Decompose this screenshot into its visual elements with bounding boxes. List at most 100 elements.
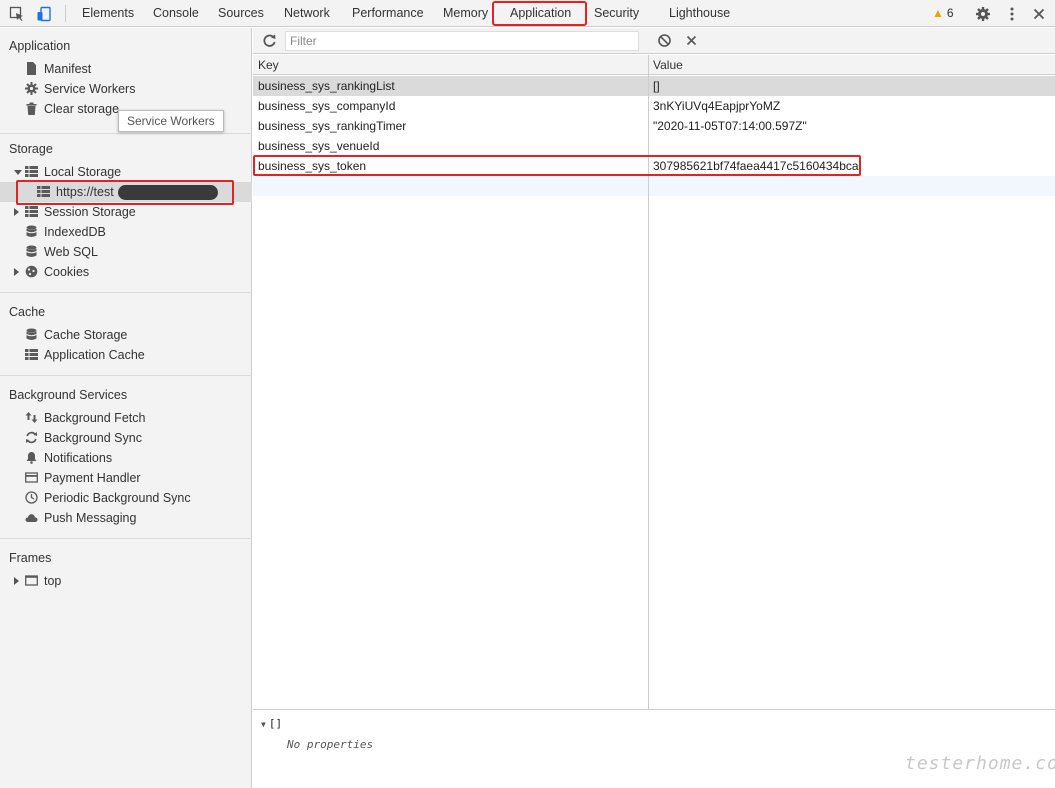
- storage-toolbar: [253, 28, 1055, 54]
- table-row[interactable]: business_sys_venueId: [253, 136, 1055, 156]
- devtools-tab-bar: Elements Console Sources Network Perform…: [0, 0, 1055, 27]
- table-row[interactable]: business_sys_rankingTimer "2020-11-05T07…: [253, 116, 1055, 136]
- cloud-icon: [25, 514, 38, 522]
- filter-input[interactable]: [285, 31, 639, 51]
- gear-icon: [25, 82, 38, 95]
- application-tab-annotation: [492, 1, 587, 26]
- sidebar-item-label: Cache Storage: [44, 328, 128, 342]
- sidebar-item-label: Session Storage: [44, 205, 136, 219]
- frame-icon: [25, 575, 38, 586]
- table-row[interactable]: business_sys_companyId 3nKYiUVq4EapjprYo…: [253, 96, 1055, 116]
- warning-count: 6: [946, 6, 954, 20]
- table-row-empty[interactable]: [253, 176, 1055, 196]
- cookie-icon: [25, 265, 38, 278]
- sidebar-item-application-cache[interactable]: Application Cache: [25, 345, 145, 365]
- section-title-frames: Frames: [9, 551, 52, 565]
- token-row-annotation: [253, 155, 861, 176]
- cell-value: "2020-11-05T07:14:00.597Z": [653, 119, 807, 133]
- trash-icon: [26, 102, 37, 115]
- grid-icon: [25, 349, 38, 360]
- sidebar-item-label: Web SQL: [44, 245, 98, 259]
- sidebar-item-label: Push Messaging: [44, 511, 137, 525]
- up-down-arrows-icon: [25, 412, 38, 423]
- sidebar-item-label: Notifications: [44, 451, 113, 465]
- sidebar-item-service-workers[interactable]: Service Workers: [25, 79, 135, 99]
- cell-key: business_sys_venueId: [258, 139, 380, 153]
- sidebar-item-label: Periodic Background Sync: [44, 491, 191, 505]
- tab-security[interactable]: Security: [594, 0, 639, 27]
- sidebar-item-label: Payment Handler: [44, 471, 141, 485]
- more-vert-icon[interactable]: [1004, 6, 1020, 22]
- tab-memory[interactable]: Memory: [443, 0, 488, 27]
- warning-icon: ▲: [932, 6, 944, 20]
- preview-root-value: []: [268, 717, 283, 730]
- database-icon: [26, 245, 37, 257]
- gear-icon[interactable]: [975, 6, 991, 22]
- sidebar-item-manifest[interactable]: Manifest: [25, 59, 91, 79]
- section-divider: [0, 375, 252, 376]
- column-header-value[interactable]: Value: [648, 55, 683, 75]
- grid-icon: [25, 166, 38, 177]
- sidebar-item-payment-handler[interactable]: Payment Handler: [25, 468, 141, 488]
- table-header: Key Value: [253, 55, 1055, 75]
- section-title-application: Application: [9, 39, 71, 53]
- sidebar-item-label: Service Workers: [44, 82, 136, 96]
- refresh-icon[interactable]: [262, 33, 277, 48]
- close-icon[interactable]: [1031, 6, 1047, 22]
- column-header-key[interactable]: Key: [253, 55, 279, 75]
- table-row[interactable]: business_sys_rankingList []: [253, 76, 1055, 96]
- tab-sources[interactable]: Sources: [218, 0, 264, 27]
- section-title-cache: Cache: [9, 305, 46, 319]
- sidebar-item-local-storage[interactable]: Local Storage: [25, 162, 121, 182]
- inspect-icon[interactable]: [9, 6, 25, 22]
- delete-selected-icon[interactable]: [684, 33, 699, 48]
- sidebar-item-label: Background Sync: [44, 431, 142, 445]
- section-divider: [0, 538, 252, 539]
- bell-icon: [26, 452, 37, 464]
- section-title-storage: Storage: [9, 142, 53, 156]
- sidebar-item-background-sync[interactable]: Background Sync: [25, 428, 142, 448]
- sidebar: Application Manifest Service Workers Cle…: [0, 28, 252, 788]
- cell-key: business_sys_companyId: [258, 99, 396, 113]
- tab-network[interactable]: Network: [284, 0, 330, 27]
- sidebar-item-label: Clear storage: [44, 102, 120, 116]
- tab-elements[interactable]: Elements: [82, 0, 134, 27]
- sidebar-item-push-messaging[interactable]: Push Messaging: [25, 508, 136, 528]
- clear-all-icon[interactable]: [657, 33, 672, 48]
- cell-value: []: [653, 79, 660, 93]
- credit-card-icon: [25, 472, 38, 483]
- sidebar-item-cookies[interactable]: Cookies: [25, 262, 89, 282]
- storage-table: Key Value business_sys_rankingList [] bu…: [253, 55, 1055, 710]
- tab-lighthouse[interactable]: Lighthouse: [669, 0, 730, 27]
- chevron-right-icon[interactable]: [14, 208, 19, 216]
- cell-key: business_sys_rankingList: [258, 79, 395, 93]
- sidebar-item-periodic-background-sync[interactable]: Periodic Background Sync: [25, 488, 191, 508]
- tab-performance[interactable]: Performance: [352, 0, 424, 27]
- sidebar-item-web-sql[interactable]: Web SQL: [25, 242, 98, 262]
- value-preview: ▼[] No properties: [253, 711, 1055, 788]
- main-panel: Key Value business_sys_rankingList [] bu…: [253, 28, 1055, 788]
- device-toggle-icon[interactable]: [36, 6, 52, 22]
- sidebar-item-label: IndexedDB: [44, 225, 106, 239]
- chevron-down-icon[interactable]: [14, 170, 22, 175]
- tab-console[interactable]: Console: [153, 0, 199, 27]
- sidebar-item-notifications[interactable]: Notifications: [25, 448, 112, 468]
- sidebar-item-frame-top[interactable]: top: [25, 571, 61, 591]
- sidebar-item-label: Manifest: [44, 62, 92, 76]
- warning-counter[interactable]: ▲ 6: [932, 0, 954, 27]
- file-icon: [27, 62, 36, 75]
- sidebar-item-label: top: [44, 574, 62, 588]
- chevron-right-icon[interactable]: [14, 577, 19, 585]
- database-icon: [26, 328, 37, 340]
- sidebar-item-background-fetch[interactable]: Background Fetch: [25, 408, 145, 428]
- preview-root[interactable]: ▼[]: [261, 717, 282, 730]
- sidebar-item-session-storage[interactable]: Session Storage: [25, 202, 136, 222]
- chevron-right-icon[interactable]: [14, 268, 19, 276]
- section-title-background-services: Background Services: [9, 388, 128, 402]
- sidebar-item-clear-storage[interactable]: Clear storage: [25, 99, 119, 119]
- sync-icon: [26, 431, 37, 444]
- sidebar-item-cache-storage[interactable]: Cache Storage: [25, 325, 127, 345]
- sidebar-item-label: Application Cache: [44, 348, 145, 362]
- sidebar-item-label: Background Fetch: [44, 411, 146, 425]
- sidebar-item-indexeddb[interactable]: IndexedDB: [25, 222, 106, 242]
